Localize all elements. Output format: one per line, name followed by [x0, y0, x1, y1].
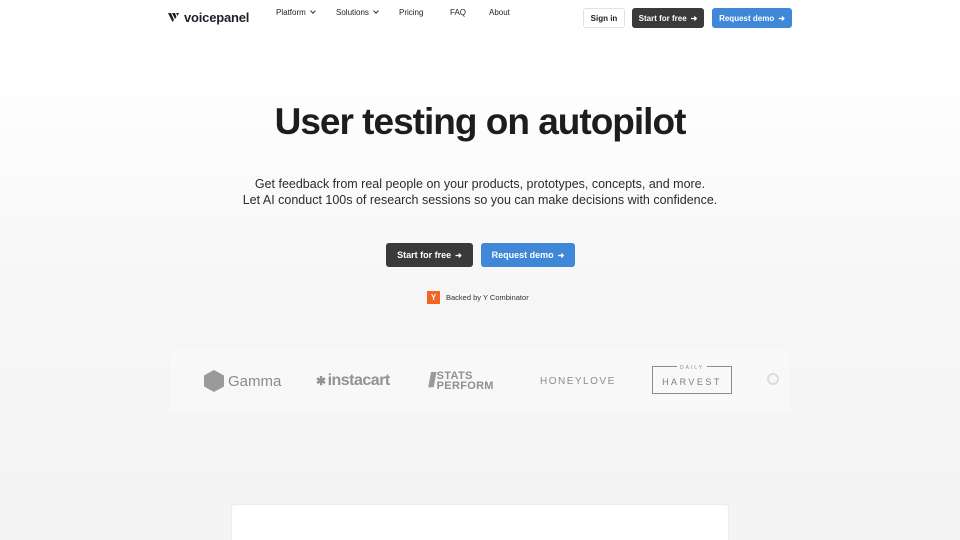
gamma-logo: Gamma	[204, 366, 281, 396]
stats-perform-icon: ///	[428, 369, 436, 392]
hero-start-free-button[interactable]: Start for free ➜	[386, 243, 473, 267]
hero-subtitle-line-1: Get feedback from real people on your pr…	[254, 177, 706, 191]
chevron-down-icon	[309, 8, 316, 14]
nav-start-free-label: Start for free	[638, 13, 687, 23]
arrow-right-icon: ➜	[557, 250, 565, 260]
daily-harvest-logo: DAILY HARVEST	[652, 364, 732, 394]
nav-faq[interactable]: FAQ	[450, 8, 466, 17]
carrot-icon: ✱	[316, 374, 326, 388]
gamma-logo-text: Gamma	[228, 372, 282, 390]
y-combinator-icon: Y	[427, 291, 440, 304]
nav-pricing-label: Pricing	[399, 7, 424, 17]
partial-logo-icon	[767, 373, 779, 385]
stats-perform-logo: /// STATS PERFORM	[428, 366, 494, 396]
nav-about-label: About	[489, 7, 510, 17]
sign-in-label: Sign in	[590, 13, 618, 23]
instacart-logo-text: instacart	[327, 372, 391, 389]
nav-request-demo-label: Request demo	[719, 13, 775, 23]
hero-start-free-label: Start for free	[397, 250, 452, 260]
nav-start-free-button[interactable]: Start for free ➜	[632, 8, 704, 28]
nav-request-demo-button[interactable]: Request demo ➜	[712, 8, 792, 28]
top-nav: voicepanel Platform Solutions Pricing FA…	[0, 0, 960, 36]
product-preview-card	[231, 504, 729, 540]
honeylove-logo-text: HONEYLOVE	[540, 375, 616, 387]
yc-badge: Y Backed by Y Combinator	[427, 291, 529, 304]
hero-request-demo-button[interactable]: Request demo ➜	[481, 243, 575, 267]
nav-platform[interactable]: Platform	[276, 7, 316, 17]
gamma-icon	[204, 370, 224, 392]
sign-in-button[interactable]: Sign in	[583, 8, 625, 28]
nav-solutions-label: Solutions	[336, 7, 369, 17]
yc-badge-label: Backed by Y Combinator	[446, 293, 529, 302]
voicepanel-logo-icon	[168, 13, 179, 22]
arrow-right-icon: ➜	[455, 250, 462, 260]
nav-solutions[interactable]: Solutions	[336, 7, 379, 17]
hero-subtitle-line-2: Let AI conduct 100s of research sessions…	[242, 193, 718, 207]
instacart-logo: ✱ instacart	[316, 366, 390, 396]
nav-platform-label: Platform	[276, 7, 306, 17]
daily-harvest-main: HARVEST	[662, 376, 722, 387]
hero-request-demo-label: Request demo	[491, 250, 554, 260]
stats-logo-line-2: PERFORM	[436, 380, 494, 392]
nav-pricing[interactable]: Pricing	[399, 8, 423, 17]
hero-title: User testing on autopilot	[274, 101, 687, 142]
arrow-right-icon: ➜	[778, 13, 785, 23]
daily-harvest-top: DAILY	[676, 364, 708, 373]
honeylove-logo: HONEYLOVE	[540, 366, 616, 396]
brand-name: voicepanel	[184, 10, 250, 25]
nav-about[interactable]: About	[489, 8, 510, 17]
hero-subtitle: Get feedback from real people on your pr…	[0, 176, 960, 208]
chevron-down-icon	[373, 8, 379, 14]
brand-logo[interactable]: voicepanel	[168, 10, 249, 25]
arrow-right-icon: ➜	[690, 13, 698, 23]
nav-faq-label: FAQ	[450, 7, 467, 17]
